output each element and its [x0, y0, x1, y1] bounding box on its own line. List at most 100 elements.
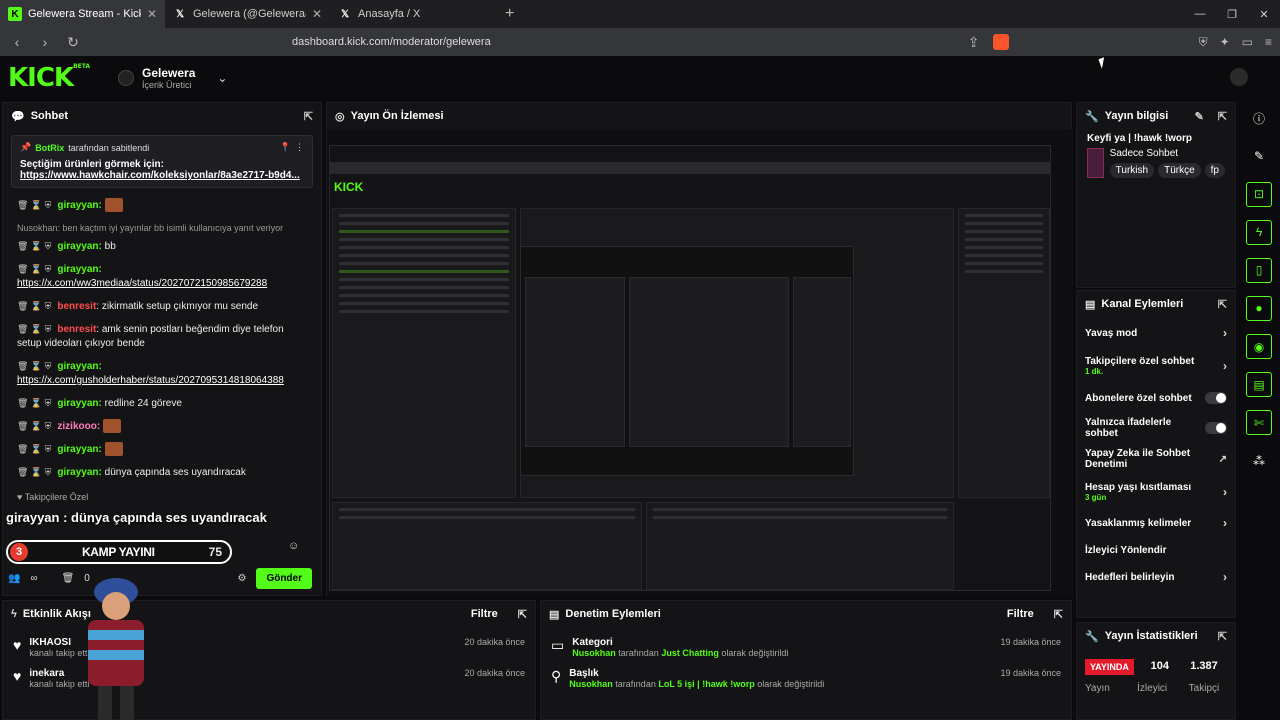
tag[interactable]: fp	[1204, 163, 1225, 178]
capture-icon[interactable]: ⊡	[1246, 181, 1272, 207]
action-banned-words[interactable]: Yasaklanmış kelimeler ›	[1077, 509, 1235, 537]
sidebar-icon[interactable]: ▭	[1242, 35, 1253, 50]
broadcast-icon[interactable]: ◉	[1246, 334, 1272, 360]
chat-username[interactable]: girayyan:	[57, 398, 101, 409]
chat-username[interactable]: girayyan:	[57, 444, 101, 455]
channel-switcher[interactable]: Gelewera İçerik Üretici ⌄	[118, 66, 227, 90]
nodes-icon[interactable]: ⁂	[1246, 448, 1272, 473]
kick-logo[interactable]: KICKBETA	[8, 63, 90, 93]
chat-username[interactable]: girayyan:	[57, 200, 101, 211]
forward-icon[interactable]: ›	[36, 34, 54, 50]
followers-only-label: Takipçilere Özel	[24, 492, 89, 502]
action-ai-moderation[interactable]: Yapay Zeka ile Sohbet Denetimi ↗	[1077, 443, 1235, 475]
chat-username[interactable]: zizikooo:	[57, 421, 100, 432]
emoji-icon[interactable]: ☺	[288, 540, 299, 552]
back-icon[interactable]: ‹	[8, 34, 26, 50]
action-raid[interactable]: İzleyici Yönlendir	[1077, 537, 1235, 563]
info-icon[interactable]: ⓘ	[1246, 106, 1272, 131]
share-icon[interactable]: ⇪	[965, 34, 983, 51]
mod-icons[interactable]: 🗑 ⌛ ⛨	[17, 241, 51, 251]
mod-icons[interactable]: 🗑 ⌛ ⛨	[17, 301, 51, 311]
user-avatar[interactable]	[1230, 68, 1248, 86]
panel-title: Yayın İstatistikleri	[1104, 630, 1198, 642]
mod-icons[interactable]: 🗑 ⌛ ⛨	[17, 421, 51, 431]
mod-icons[interactable]: 🗑 ⌛ ⛨	[17, 324, 51, 334]
popout-icon[interactable]: ⇱	[518, 608, 527, 621]
popout-icon[interactable]: ⇱	[304, 110, 313, 123]
pencil-icon[interactable]: ✎	[1246, 144, 1272, 169]
mod-icons[interactable]: 🗑 ⌛ ⛨	[17, 398, 51, 408]
stream-video[interactable]: KICK	[327, 129, 1073, 597]
browser-tab-x-profile[interactable]: 𝕏 Gelewera (@Geleweraa) / X ✕	[165, 0, 330, 28]
send-button[interactable]: Gönder	[256, 568, 312, 589]
action-emote-only[interactable]: Yalnızca ifadelerle sohbet	[1077, 413, 1235, 443]
pinned-by-user[interactable]: BotRix	[35, 143, 64, 153]
category-row: Sadece Sohbet Turkish Türkçe fp	[1077, 148, 1235, 178]
chat-username[interactable]: girayyan:	[57, 467, 101, 478]
tag[interactable]: Turkish	[1109, 163, 1155, 178]
popout-icon[interactable]: ⇱	[1218, 630, 1227, 643]
action-followers-only[interactable]: Takipçilere özel sohbet 1 dk. ›	[1077, 349, 1235, 383]
new-tab-icon[interactable]: +	[495, 5, 524, 23]
extensions-icon[interactable]: ✦	[1220, 35, 1230, 50]
menu-icon[interactable]: ≡	[1265, 35, 1272, 50]
minimize-icon[interactable]: —	[1184, 8, 1216, 21]
chat-username[interactable]: girayyan:	[57, 241, 101, 252]
stats-labels: Yayın İzleyici Takipçi	[1077, 683, 1235, 694]
close-icon[interactable]: ✕	[147, 7, 157, 21]
toggle-switch[interactable]	[1205, 392, 1227, 404]
edit-icon[interactable]: ✎	[1195, 110, 1204, 123]
brave-shield-icon[interactable]	[992, 34, 1009, 50]
action-account-age[interactable]: Hesap yaşı kısıtlaması 3 gün ›	[1077, 475, 1235, 509]
chat-username[interactable]: girayyan:	[57, 264, 101, 275]
popout-icon[interactable]: ⇱	[1054, 608, 1063, 621]
chevron-right-icon: ›	[1223, 516, 1227, 530]
chat-link[interactable]: https://x.com/ww3mediaa/status/202707215…	[17, 278, 267, 289]
more-icon[interactable]: ⋮	[295, 142, 304, 153]
action-subscribers-only[interactable]: Abonelere özel sohbet	[1077, 383, 1235, 413]
toggle-switch[interactable]	[1205, 422, 1227, 434]
maximize-icon[interactable]: ❐	[1216, 8, 1248, 21]
category-icon: ▭	[551, 637, 565, 653]
shield-icon[interactable]: ⛨	[1199, 35, 1208, 50]
moderation-actor[interactable]: Nusokhan	[572, 648, 616, 658]
stack-icon[interactable]: ▤	[1246, 372, 1272, 398]
browser-tab-kick[interactable]: K Gelewera Stream - Kick Dashb ✕	[0, 0, 165, 28]
chat-username[interactable]: benresit	[57, 324, 96, 335]
chat-text: bb	[104, 241, 116, 252]
title-icon: ⚲	[551, 668, 562, 684]
chat-username[interactable]: benresit	[57, 301, 96, 312]
tag[interactable]: Türkçe	[1158, 163, 1201, 178]
browser-tab-x-home[interactable]: 𝕏 Anasayfa / X	[330, 0, 495, 28]
mod-icons[interactable]: 🗑 ⌛ ⛨	[17, 467, 51, 477]
gear-icon[interactable]: ⚙	[237, 573, 246, 584]
chat-username[interactable]: girayyan:	[57, 361, 101, 372]
popout-icon[interactable]: ⇱	[1218, 110, 1227, 123]
chat-header: 💬 Sohbet ⇱	[3, 103, 321, 129]
action-slow-mode[interactable]: Yavaş mod ›	[1077, 317, 1235, 349]
chat-bubble-icon[interactable]: ●	[1246, 295, 1272, 321]
mod-icons[interactable]: 🗑 ⌛ ⛨	[17, 361, 51, 371]
mod-icons[interactable]: 🗑 ⌛ ⛨	[17, 444, 51, 454]
close-window-icon[interactable]: ✕	[1248, 8, 1280, 21]
tools-icon[interactable]: ✄	[1246, 410, 1272, 436]
pinned-link[interactable]: https://www.hawkchair.com/koleksiyonlar/…	[20, 170, 304, 181]
mod-icons[interactable]: 🗑 ⌛ ⛨	[17, 264, 51, 274]
close-icon[interactable]: ✕	[312, 7, 322, 21]
popout-icon[interactable]: ⇱	[1218, 298, 1227, 311]
document-icon[interactable]: ▯	[1246, 257, 1272, 283]
url-field[interactable]: dashboard.kick.com/moderator/gelewera	[292, 36, 955, 48]
action-set-goals[interactable]: Hedefleri belirleyin ›	[1077, 563, 1235, 591]
channel-actions-panel: ▤ Kanal Eylemleri ⇱ Yavaş mod › Takipçile…	[1076, 290, 1236, 618]
filter-button[interactable]: Filtre	[1007, 608, 1034, 620]
pinned-by: 📌 BotRix tarafından sabitlendi 📍 ⋮	[20, 142, 304, 153]
mod-icons[interactable]: 🗑 ⌛ ⛨	[17, 200, 51, 210]
unpin-icon[interactable]: 📍	[280, 142, 291, 153]
moderation-item: ▭ Kategori Nusokhan tarafından Just Chat…	[541, 637, 1071, 658]
moderation-actor[interactable]: Nusokhan	[569, 679, 613, 689]
reload-icon[interactable]: ↻	[64, 34, 82, 51]
lightning-icon[interactable]: ϟ	[1246, 219, 1272, 245]
filter-button[interactable]: Filtre	[471, 608, 498, 620]
users-icon[interactable]: 👥	[8, 573, 20, 584]
chat-link[interactable]: https://x.com/gusholderhaber/status/2027…	[17, 375, 284, 386]
